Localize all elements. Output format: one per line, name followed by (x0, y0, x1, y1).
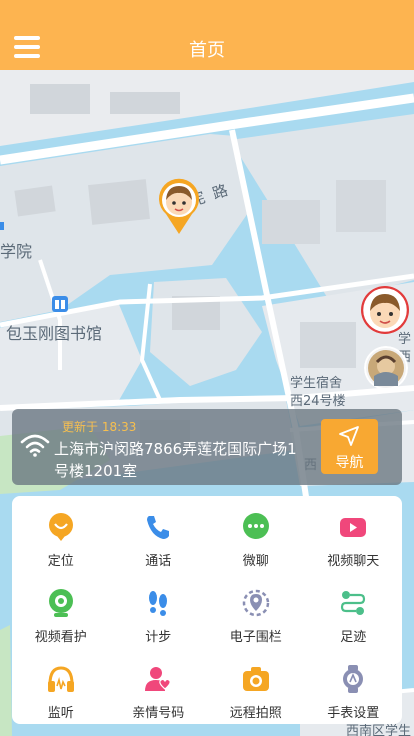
function-label: 计步 (145, 630, 172, 645)
top-bar: 首页 (0, 0, 414, 70)
fence-icon (241, 588, 271, 618)
function-family-button[interactable]: 亲情号码 (110, 648, 208, 724)
function-label: 足迹 (340, 630, 367, 645)
navigate-label: 导航 (335, 455, 364, 471)
headphone-icon (46, 664, 76, 694)
location-pin-icon[interactable] (156, 178, 202, 236)
map-label-fragment: 学 (398, 332, 412, 347)
function-label: 通话 (145, 554, 172, 569)
campus-label: 学院 (0, 242, 33, 261)
address-text: 上海市沪闵路7866弄莲花国际广场1号楼1201室 (54, 440, 297, 480)
video-icon (338, 512, 368, 542)
update-time-value: 18:33 (101, 420, 137, 434)
function-camera-button[interactable]: 视频看护 (12, 572, 110, 648)
page-title: 首页 (189, 40, 225, 61)
function-label: 监听 (47, 706, 74, 721)
function-video-button[interactable]: 视频聊天 (305, 496, 403, 572)
function-photo-button[interactable]: 远程拍照 (207, 648, 305, 724)
track-icon (338, 588, 368, 618)
function-label: 定位 (47, 554, 74, 569)
wifi-icon (20, 434, 50, 457)
function-phone-button[interactable]: 通话 (110, 496, 208, 572)
function-track-button[interactable]: 足迹 (305, 572, 403, 648)
function-label: 视频聊天 (327, 554, 380, 569)
navigation-arrow-icon (339, 426, 359, 446)
chat-icon (241, 512, 271, 542)
camera-icon (46, 588, 76, 618)
function-watch-button[interactable]: 手表设置 (305, 648, 403, 724)
function-label: 微聊 (242, 554, 269, 569)
function-label: 手表设置 (327, 706, 380, 721)
function-label: 远程拍照 (229, 706, 282, 721)
function-label: 视频看护 (34, 630, 87, 645)
location-icon (46, 512, 76, 542)
function-fence-button[interactable]: 电子围栏 (207, 572, 305, 648)
photo-icon (241, 664, 271, 694)
family-icon (143, 664, 173, 694)
update-time: 更新于 18:33 (62, 418, 136, 435)
function-chat-button[interactable]: 微聊 (207, 496, 305, 572)
function-footprint-button[interactable]: 计步 (110, 572, 208, 648)
member-photo-avatar[interactable] (364, 346, 408, 390)
function-label: 电子围栏 (229, 630, 282, 645)
library-label: 包玉刚图书馆 (6, 324, 103, 343)
dorm-label: 学生宿舍 (290, 376, 343, 391)
watch-icon (338, 664, 368, 694)
member-avatar[interactable] (361, 286, 409, 334)
navigate-button[interactable]: 导航 (321, 419, 378, 474)
function-label: 亲情号码 (132, 706, 185, 721)
footprint-icon (143, 588, 173, 618)
function-panel: 定位 通话 微聊 视频聊天视频看护 计步 电子围栏 足迹监听 亲情号码 远程拍照 手表设置 (12, 496, 402, 724)
function-location-button[interactable]: 定位 (12, 496, 110, 572)
phone-icon (143, 512, 173, 542)
dorm-building-label: 西24号楼 (290, 394, 346, 409)
function-headphone-button[interactable]: 监听 (12, 648, 110, 724)
update-label: 更新于 (62, 420, 99, 434)
location-info-bar: 更新于 18:33 上海市沪闵路7866弄莲花国际广场1号楼1201室 导航 (12, 409, 402, 485)
